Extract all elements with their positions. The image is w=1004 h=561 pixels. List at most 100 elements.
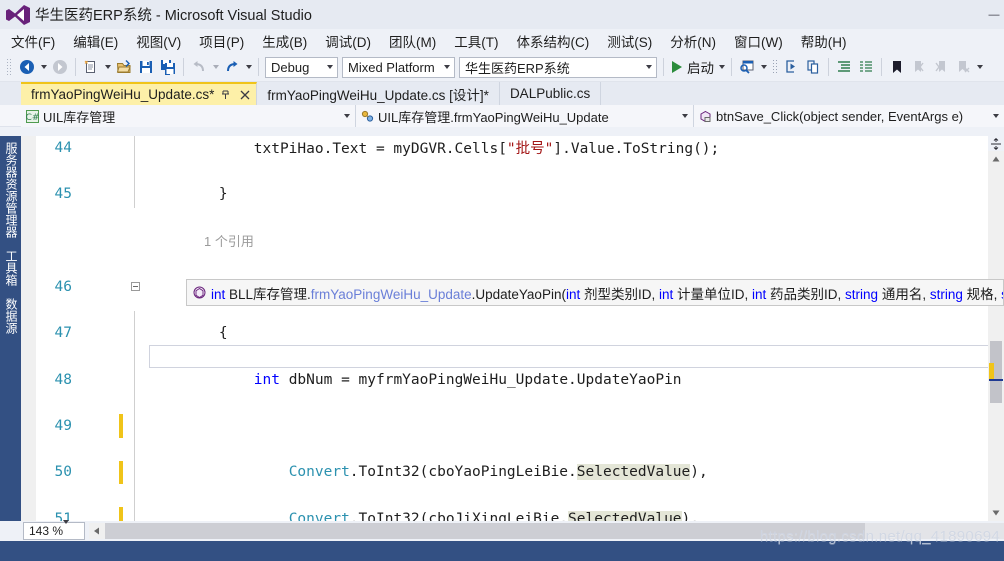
watermark-text: https://blog.csdn.net/qq_41890694 — [759, 528, 1000, 545]
change-indicator — [119, 414, 123, 438]
collapse-region-icon[interactable] — [127, 275, 143, 298]
scroll-down-icon[interactable] — [988, 505, 1004, 521]
code-editor[interactable]: 44 txtPiHao.Text = myDGVR.Cells["批号"].Va… — [21, 136, 1004, 521]
window-title: 华生医药ERP系统 - Microsoft Visual Studio — [35, 8, 312, 24]
startup-project-combo[interactable]: 华生医药ERP系统 — [459, 56, 657, 78]
menu-help[interactable]: 帮助(H) — [792, 29, 856, 53]
menu-edit[interactable]: 编辑(E) — [64, 29, 127, 53]
zoom-level-combo[interactable]: 143 % — [23, 520, 85, 540]
method-overload-icon — [193, 286, 206, 299]
open-file-icon[interactable] — [113, 56, 135, 78]
toolbar-separator-7 — [881, 58, 882, 76]
indent-icon[interactable] — [833, 56, 855, 78]
menu-bar: 文件(F) 编辑(E) 视图(V) 项目(P) 生成(B) 调试(D) 团队(M… — [0, 29, 1004, 53]
toolbar-overflow-icon-2[interactable] — [974, 56, 986, 78]
toolbar-grip[interactable] — [6, 58, 13, 76]
previous-bookmark-icon — [908, 56, 930, 78]
type-selector-value: UIL库存管理.frmYaoPingWeiHu_Update — [378, 109, 609, 125]
solution-configuration-combo[interactable]: Debug — [265, 56, 338, 78]
menu-tools[interactable]: 工具(T) — [445, 29, 507, 53]
new-item-dropdown[interactable] — [102, 56, 113, 78]
project-selector-combo[interactable]: C# UIL库存管理 — [21, 105, 356, 127]
comment-icon[interactable] — [855, 56, 877, 78]
editor-navigation-bar: C# UIL库存管理 UIL库存管理.frmYaoPingWeiHu_Updat… — [0, 105, 1004, 127]
menu-architecture[interactable]: 体系结构(C) — [508, 29, 599, 53]
menu-debug[interactable]: 调试(D) — [316, 29, 380, 53]
change-indicator — [119, 507, 123, 521]
navigate-backward-dropdown[interactable] — [38, 56, 49, 78]
menu-analyze[interactable]: 分析(N) — [661, 29, 725, 53]
menu-file[interactable]: 文件(F) — [2, 29, 64, 53]
menu-team[interactable]: 团队(M) — [380, 29, 445, 53]
code-text: { — [149, 325, 228, 342]
visual-studio-logo-icon — [5, 4, 31, 26]
tab-frmYaoPingWeiHu-Update-design[interactable]: frmYaoPingWeiHu_Update.cs [设计]* — [257, 82, 500, 105]
menu-build[interactable]: 生成(B) — [253, 29, 316, 53]
start-debug-dropdown[interactable] — [716, 56, 727, 78]
toolbar-separator-6 — [828, 58, 829, 76]
menu-view[interactable]: 视图(V) — [127, 29, 190, 53]
redo-icon[interactable] — [221, 56, 243, 78]
undo-dropdown — [210, 56, 221, 78]
save-icon[interactable] — [135, 56, 157, 78]
startup-project-value: 华生医药ERP系统 — [465, 60, 570, 76]
menu-project[interactable]: 项目(P) — [190, 29, 253, 53]
new-item-icon[interactable] — [80, 56, 102, 78]
bookmark-icon[interactable] — [886, 56, 908, 78]
toolbar-separator-5 — [731, 58, 732, 76]
tab-dalpublic-cs[interactable]: DALPublic.cs — [499, 82, 602, 105]
scrollbar-change-marker — [989, 363, 994, 379]
toolbar-grip-2[interactable] — [772, 59, 778, 75]
horizontal-scroll-thumb[interactable] — [105, 523, 865, 539]
tab-label: frmYaoPingWeiHu_Update.cs* — [31, 87, 215, 102]
method-icon — [698, 109, 712, 123]
toolbar-separator — [75, 58, 76, 76]
chevron-down-icon — [327, 58, 333, 77]
step-into-icon[interactable] — [780, 56, 802, 78]
editor-split-icon[interactable] — [988, 136, 1004, 151]
code-reference-lens[interactable]: 1 个引用 — [21, 229, 1004, 252]
clear-bookmarks-icon — [952, 56, 974, 78]
visual-studio-window: 华生医药ERP系统 - Microsoft Visual Studio — 文件… — [0, 0, 1004, 561]
step-over-icon[interactable] — [802, 56, 824, 78]
redo-dropdown[interactable] — [243, 56, 254, 78]
window-controls: — — [986, 0, 1002, 29]
start-debug-button[interactable]: 启动 — [668, 57, 716, 77]
code-line[interactable]: 51 Convert.ToInt32(cboJiXingLeiBie.Selec… — [21, 507, 1004, 521]
pin-icon[interactable] — [218, 87, 233, 103]
code-line[interactable]: 47 { — [21, 322, 1004, 345]
code-line[interactable]: 44 txtPiHao.Text = myDGVR.Cells["批号"].Va… — [21, 136, 1004, 159]
editor-vertical-scrollbar[interactable] — [988, 151, 1004, 521]
document-tab-strip: frmYaoPingWeiHu_Update.cs* frmYaoPingWei… — [0, 82, 1004, 105]
code-line[interactable]: 45 } — [21, 182, 1004, 205]
chevron-down-icon — [344, 105, 350, 127]
toolbar-separator-2 — [183, 58, 184, 76]
type-selector-combo[interactable]: UIL库存管理.frmYaoPingWeiHu_Update — [356, 105, 694, 127]
code-lines-container[interactable]: 44 txtPiHao.Text = myDGVR.Cells["批号"].Va… — [21, 136, 1004, 521]
code-line[interactable]: 49 — [21, 414, 1004, 438]
chevron-down-icon — [993, 105, 999, 127]
close-icon[interactable] — [237, 87, 252, 103]
scroll-up-icon[interactable] — [988, 151, 1004, 167]
sidebar-item-data-sources[interactable]: 数据源 — [0, 292, 23, 340]
sidebar-item-server-explorer[interactable]: 服务器资源管理器 — [0, 136, 23, 244]
save-all-icon[interactable] — [157, 56, 179, 78]
intellisense-signature-tooltip: int BLL库存管理.frmYaoPingWeiHu_Update.Updat… — [186, 279, 1004, 306]
find-in-window-icon[interactable] — [736, 56, 758, 78]
change-indicator — [119, 460, 123, 484]
toolbar-overflow-icon[interactable] — [758, 56, 770, 78]
sidebar-item-toolbox[interactable]: 工具箱 — [0, 244, 23, 292]
code-line[interactable]: 50 Convert.ToInt32(cboYaoPingLeiBie.Sele… — [21, 460, 1004, 484]
chevron-down-icon — [63, 520, 70, 538]
member-selector-combo[interactable]: btnSave_Click(object sender, EventArgs e… — [694, 105, 1004, 127]
navigate-backward-icon[interactable] — [16, 56, 38, 78]
menu-test[interactable]: 测试(S) — [598, 29, 661, 53]
solution-platform-combo[interactable]: Mixed Platform — [342, 56, 455, 78]
start-debug-label: 启动 — [687, 61, 714, 76]
scroll-left-icon[interactable] — [89, 523, 105, 539]
minimize-button[interactable]: — — [986, 6, 1002, 24]
menu-window[interactable]: 窗口(W) — [725, 29, 792, 53]
code-line[interactable]: 48 int dbNum = myfrmYaoPingWeiHu_Update.… — [21, 368, 1004, 391]
zoom-level-value: 143 % — [29, 524, 64, 538]
tab-frmYaoPingWeiHu-Update-cs[interactable]: frmYaoPingWeiHu_Update.cs* — [21, 82, 258, 105]
